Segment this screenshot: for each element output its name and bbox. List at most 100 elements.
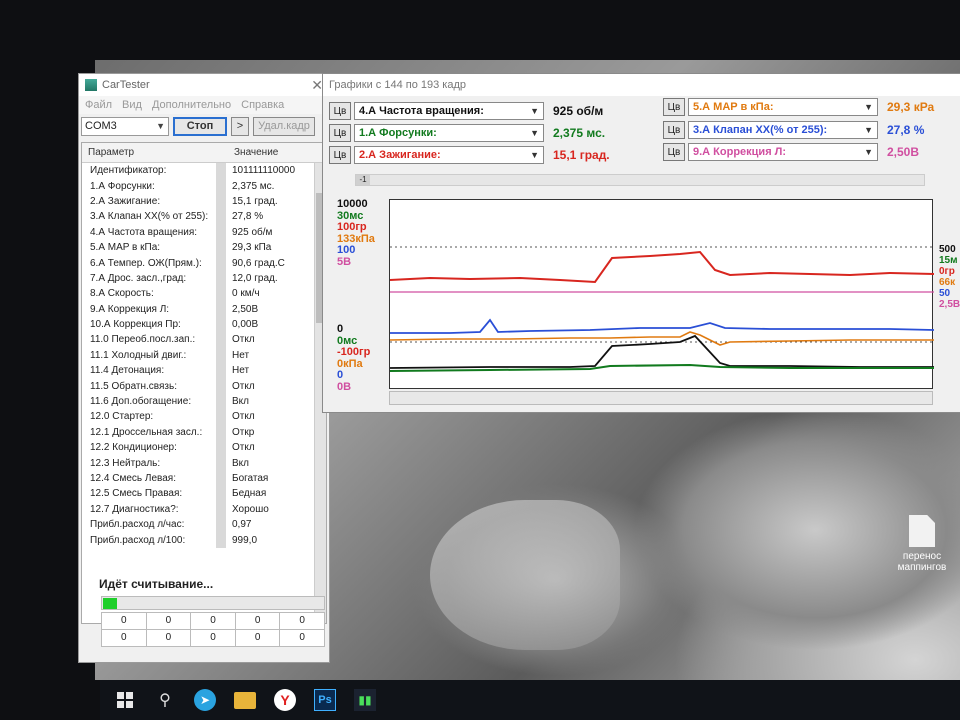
port-value: COM3 <box>85 120 117 132</box>
table-row[interactable]: 10.А Коррекция Пр: 0,00В <box>82 316 326 333</box>
table-row[interactable]: 6.А Темпер. ОЖ(Прям.): 90,6 град.С <box>82 255 326 271</box>
column-separator <box>216 239 226 256</box>
scale-label: 2,5В <box>939 299 960 310</box>
param-value: Откл <box>232 442 255 454</box>
color-button[interactable]: Цв <box>329 124 351 142</box>
table-row[interactable]: 9.А Коррекция Л: 2,50В <box>82 301 326 317</box>
table-row[interactable]: 12.2 Кондиционер: Откл <box>82 440 326 456</box>
param-name: 12.3 Нейтраль: <box>90 457 161 469</box>
table-row[interactable]: 11.1 Холодный двиг.: Нет <box>82 347 326 364</box>
channel-select[interactable]: 5.А MAP в кПа: ▼ <box>688 98 878 116</box>
table-row[interactable]: 8.А Скорость: 0 км/ч <box>82 286 326 302</box>
param-value: Нет <box>232 365 250 377</box>
param-value: 29,3 кПа <box>232 242 272 254</box>
table-row[interactable]: 1.А Форсунки: 2,375 мс. <box>82 178 326 194</box>
document-icon <box>909 515 935 547</box>
telegram-icon[interactable]: ➤ <box>194 689 216 711</box>
channel-select[interactable]: 9.А Коррекция Л: ▼ <box>688 143 878 161</box>
app-icon <box>85 79 97 91</box>
stop-button[interactable]: Стоп <box>173 116 227 136</box>
counter-cell: 0 <box>146 630 191 646</box>
param-value: Откл <box>232 334 255 346</box>
table-row[interactable]: 4.А Частота вращения: 925 об/м <box>82 224 326 240</box>
color-button[interactable]: Цв <box>663 121 685 139</box>
menu-additional[interactable]: Дополнительно <box>152 99 231 111</box>
photoshop-icon[interactable]: Ps <box>314 689 336 711</box>
table-row[interactable]: 12.4 Смесь Левая: Богатая <box>82 470 326 487</box>
column-separator <box>216 440 226 456</box>
color-button[interactable]: Цв <box>663 143 685 161</box>
channel-select[interactable]: 3.А Клапан ХХ(% от 255): ▼ <box>688 121 878 139</box>
search-icon[interactable]: ⚲ <box>154 689 176 711</box>
channel-value: 925 об/м <box>553 104 604 118</box>
graph-scrollbar[interactable] <box>389 391 933 405</box>
selector-row-3: Цв 2.А Зажигание: ▼ 15,1 град. <box>329 146 610 164</box>
menu-file[interactable]: Файл <box>85 99 112 111</box>
param-name: 11.0 Переоб.посл.зап.: <box>90 334 196 346</box>
menu-view[interactable]: Вид <box>122 99 142 111</box>
table-row[interactable]: 11.6 Доп.обогащение: Вкл <box>82 393 326 410</box>
color-button[interactable]: Цв <box>663 98 685 116</box>
status-text: Идёт считывание... <box>99 577 214 591</box>
channel-select[interactable]: 4.А Частота вращения: ▼ <box>354 102 544 120</box>
table-row[interactable]: Идентификатор: 101111110000 <box>82 163 326 179</box>
delete-frame-button[interactable]: Удал.кадр <box>253 116 315 136</box>
cartester-titlebar: CarTester ✕ <box>79 74 329 96</box>
counter-cell: 0 <box>191 630 235 646</box>
table-row[interactable]: 11.4 Детонация: Нет <box>82 363 326 379</box>
table-row[interactable]: 12.0 Стартер: Откл <box>82 409 326 425</box>
color-button[interactable]: Цв <box>329 102 351 120</box>
table-row[interactable]: 12.3 Нейтраль: Вкл <box>82 455 326 471</box>
param-name: Прибл.расход л/час: <box>90 519 185 531</box>
channel-label: 9.А Коррекция Л: <box>693 146 787 158</box>
table-row[interactable]: 2.А Зажигание: 15,1 град. <box>82 193 326 210</box>
explorer-icon[interactable] <box>234 689 256 711</box>
graphs-titlebar: Графики с 144 по 193 кадр <box>323 74 960 96</box>
yandex-icon[interactable]: Y <box>274 689 296 711</box>
col-param: Параметр <box>88 147 135 158</box>
next-button[interactable]: > <box>231 116 249 136</box>
param-value: Вкл <box>232 396 249 408</box>
param-name: 9.А Коррекция Л: <box>90 303 170 315</box>
table-row[interactable]: 11.5 Обратн.связь: Откл <box>82 378 326 394</box>
status-scrollbar[interactable] <box>101 596 325 610</box>
menu-help[interactable]: Справка <box>241 99 284 111</box>
column-separator <box>216 501 226 517</box>
channel-select[interactable]: 2.А Зажигание: ▼ <box>354 146 544 164</box>
param-name: 1.А Форсунки: <box>90 180 155 192</box>
channel-label: 4.А Частота вращения: <box>359 105 484 117</box>
param-name: 8.А Скорость: <box>90 288 154 300</box>
color-button[interactable]: Цв <box>329 146 351 164</box>
chevron-down-icon: ▼ <box>864 125 873 135</box>
param-value: 12,0 град. <box>232 272 278 284</box>
scale-label: 5В <box>337 255 352 268</box>
param-name: 12.5 Смесь Правая: <box>90 488 183 500</box>
channel-label: 3.А Клапан ХХ(% от 255): <box>693 124 828 136</box>
table-row[interactable]: 12.7 Диагностика?: Хорошо <box>82 501 326 517</box>
desktop-file-icon[interactable]: перенос маппингов <box>890 515 954 573</box>
cartester-icon[interactable]: ▮▮ <box>354 689 376 711</box>
scale-label: 66к <box>939 277 956 288</box>
channel-select[interactable]: 1.А Форсунки: ▼ <box>354 124 544 142</box>
param-value: 925 об/м <box>232 226 273 238</box>
param-name: 12.4 Смесь Левая: <box>90 473 176 484</box>
table-row[interactable]: 12.5 Смесь Правая: Бедная <box>82 486 326 502</box>
table-row[interactable]: 7.А Дрос. засл.,град: 12,0 град. <box>82 270 326 287</box>
table-row[interactable]: Прибл.расход л/час: 0,97 <box>82 516 326 533</box>
graph-plot[interactable] <box>389 199 935 389</box>
param-value: 999,0 <box>232 534 258 546</box>
table-row[interactable]: 11.0 Переоб.посл.зап.: Откл <box>82 332 326 348</box>
port-select[interactable]: COM3 ▼ <box>81 116 169 136</box>
start-icon[interactable] <box>114 689 136 711</box>
table-row[interactable]: 12.1 Дроссельная засл.: Откр <box>82 424 326 441</box>
table-row[interactable]: 3.А Клапан ХХ(% от 255): 27,8 % <box>82 209 326 225</box>
param-name: 3.А Клапан ХХ(% от 255): <box>90 211 209 223</box>
selector-row-6: Цв 9.А Коррекция Л: ▼ 2,50В <box>663 143 919 161</box>
zoom-out-button[interactable]: -1 <box>356 175 370 185</box>
selector-row-4: Цв 5.А MAP в кПа: ▼ 29,3 кРа <box>663 98 934 116</box>
table-row[interactable]: 5.А MAP в кПа: 29,3 кПа <box>82 239 326 256</box>
column-separator <box>216 286 226 302</box>
table-row[interactable]: Прибл.расход л/100: 999,0 <box>82 532 326 548</box>
frame-scrollbar[interactable]: -1 <box>355 174 925 186</box>
column-separator <box>216 209 226 225</box>
